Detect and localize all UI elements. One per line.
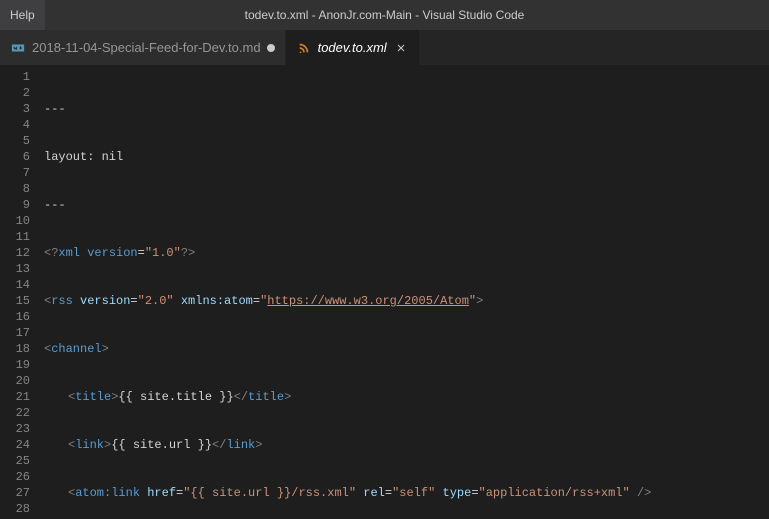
line-number: 19 — [0, 357, 30, 373]
tab-xml-file[interactable]: todev.to.xml — [286, 30, 420, 65]
line-number: 2 — [0, 85, 30, 101]
line-number: 20 — [0, 373, 30, 389]
code-line: <title>{{ site.title }}</title> — [44, 389, 769, 405]
line-number: 6 — [0, 149, 30, 165]
rss-icon — [296, 40, 312, 56]
line-number: 14 — [0, 277, 30, 293]
line-number: 11 — [0, 229, 30, 245]
line-number: 18 — [0, 341, 30, 357]
code-line: <?xml version="1.0"?> — [44, 245, 769, 261]
line-number: 3 — [0, 101, 30, 117]
line-number: 7 — [0, 165, 30, 181]
code-line: --- — [44, 197, 769, 213]
menu-help[interactable]: Help — [0, 0, 45, 30]
tab-label: 2018-11-04-Special-Feed-for-Dev.to.md — [32, 40, 261, 55]
titlebar: Help todev.to.xml - AnonJr.com-Main - Vi… — [0, 0, 769, 30]
markdown-icon — [10, 40, 26, 56]
code-line: <rss version="2.0" xmlns:atom="https://w… — [44, 293, 769, 309]
line-number: 12 — [0, 245, 30, 261]
code-line: --- — [44, 101, 769, 117]
line-number: 27 — [0, 485, 30, 501]
line-number: 4 — [0, 117, 30, 133]
tab-markdown-file[interactable]: 2018-11-04-Special-Feed-for-Dev.to.md — [0, 30, 286, 65]
editor[interactable]: 1 2 3 4 5 6 7 8 9 10 11 12 13 14 15 16 1… — [0, 65, 769, 519]
close-icon[interactable] — [393, 40, 409, 56]
line-number: 28 — [0, 501, 30, 517]
line-number: 24 — [0, 437, 30, 453]
code-area[interactable]: --- layout: nil --- <?xml version="1.0"?… — [44, 65, 769, 519]
line-number: 16 — [0, 309, 30, 325]
line-number: 17 — [0, 325, 30, 341]
line-number: 13 — [0, 261, 30, 277]
code-line: <atom:link href="{{ site.url }}/rss.xml"… — [44, 485, 769, 501]
code-line: <channel> — [44, 341, 769, 357]
code-line: layout: nil — [44, 149, 769, 165]
line-number: 26 — [0, 469, 30, 485]
line-number: 1 — [0, 69, 30, 85]
line-number: 21 — [0, 389, 30, 405]
line-number: 25 — [0, 453, 30, 469]
line-number: 15 — [0, 293, 30, 309]
line-number: 10 — [0, 213, 30, 229]
tab-label: todev.to.xml — [318, 40, 387, 55]
window-title: todev.to.xml - AnonJr.com-Main - Visual … — [245, 8, 525, 22]
line-number: 9 — [0, 197, 30, 213]
code-line: <link>{{ site.url }}</link> — [44, 437, 769, 453]
gutter: 1 2 3 4 5 6 7 8 9 10 11 12 13 14 15 16 1… — [0, 65, 44, 519]
line-number: 22 — [0, 405, 30, 421]
line-number: 5 — [0, 133, 30, 149]
line-number: 23 — [0, 421, 30, 437]
line-number: 8 — [0, 181, 30, 197]
tabs: 2018-11-04-Special-Feed-for-Dev.to.md to… — [0, 30, 769, 65]
dirty-indicator-icon[interactable] — [267, 44, 275, 52]
